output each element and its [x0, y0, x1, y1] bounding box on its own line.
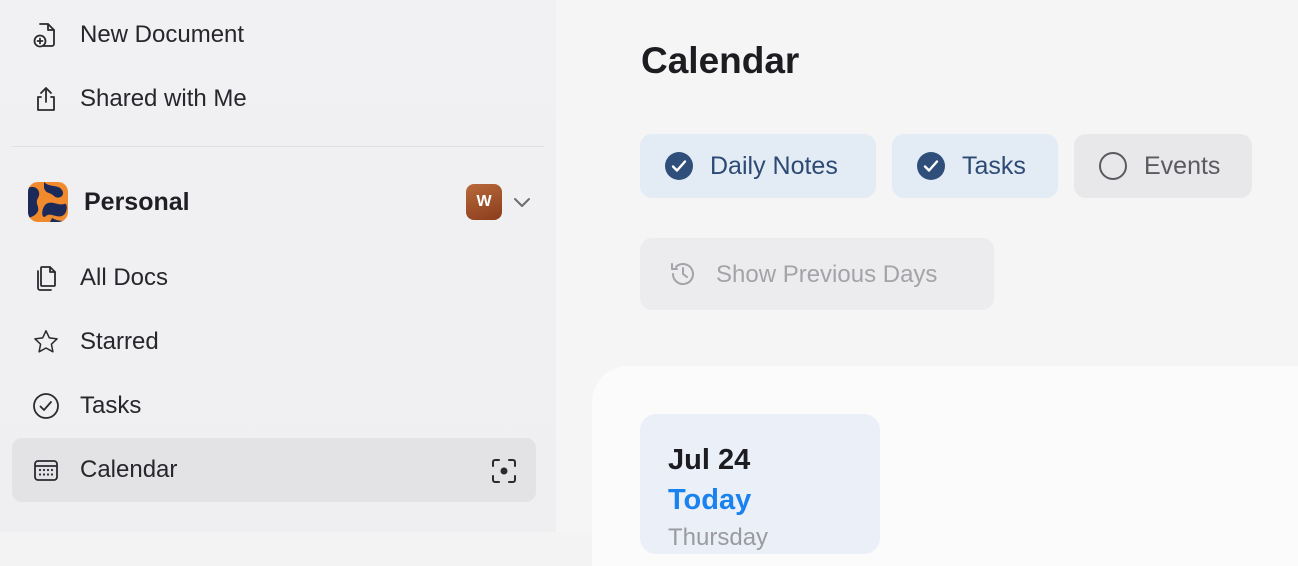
sidebar-item-label: Calendar	[80, 456, 178, 483]
sidebar-item-label: Tasks	[80, 392, 142, 419]
show-previous-days-label: Show Previous Days	[716, 261, 938, 288]
filter-label: Tasks	[962, 151, 1026, 180]
new-document-icon	[32, 21, 60, 49]
filter-label: Events	[1144, 151, 1221, 180]
day-relative-label: Today	[668, 484, 752, 516]
workspace-switcher[interactable]: Personal W	[12, 170, 544, 234]
sidebar-item-label: Shared with Me	[80, 85, 247, 112]
filter-daily-notes[interactable]: Daily Notes	[640, 134, 876, 198]
checked-circle-icon	[664, 151, 694, 181]
sidebar-item-label: New Document	[80, 21, 245, 48]
filter-tasks[interactable]: Tasks	[892, 134, 1058, 198]
filter-label: Daily Notes	[710, 151, 838, 180]
day-weekday: Thursday	[668, 524, 769, 551]
main-content: Calendar Daily Notes Tasks Events Show P…	[556, 0, 1298, 566]
sidebar: New Document Shared with Me Personal W A…	[0, 0, 556, 532]
day-card-today[interactable]: Jul 24 Today Thursday	[640, 414, 880, 554]
sidebar-divider	[12, 146, 544, 147]
check-circle-icon	[32, 392, 60, 420]
sidebar-item-shared-with-me[interactable]: Shared with Me	[12, 67, 536, 131]
sidebar-item-label: All Docs	[80, 264, 169, 291]
focus-view-icon[interactable]	[490, 457, 518, 485]
sidebar-item-label: Starred	[80, 328, 159, 355]
calendar-icon	[32, 456, 60, 484]
sidebar-item-all-docs[interactable]: All Docs	[12, 246, 536, 310]
checked-circle-icon	[916, 151, 946, 181]
show-previous-days-button[interactable]: Show Previous Days	[640, 238, 994, 310]
unchecked-circle-icon	[1098, 151, 1128, 181]
chevron-down-icon[interactable]	[510, 190, 534, 214]
documents-icon	[32, 264, 60, 292]
workspace-name: Personal	[84, 188, 190, 216]
workspace-avatar	[28, 182, 68, 222]
sidebar-item-starred[interactable]: Starred	[12, 310, 536, 374]
user-avatar[interactable]: W	[466, 184, 502, 220]
page-title: Calendar	[641, 40, 800, 81]
history-icon	[668, 259, 698, 289]
day-date: Jul 24	[668, 444, 751, 476]
sidebar-item-tasks[interactable]: Tasks	[12, 374, 536, 438]
filter-events[interactable]: Events	[1074, 134, 1252, 198]
sidebar-item-calendar[interactable]: Calendar	[12, 438, 536, 502]
share-icon	[32, 85, 60, 113]
star-icon	[32, 328, 60, 356]
sidebar-item-new-document[interactable]: New Document	[12, 3, 536, 67]
